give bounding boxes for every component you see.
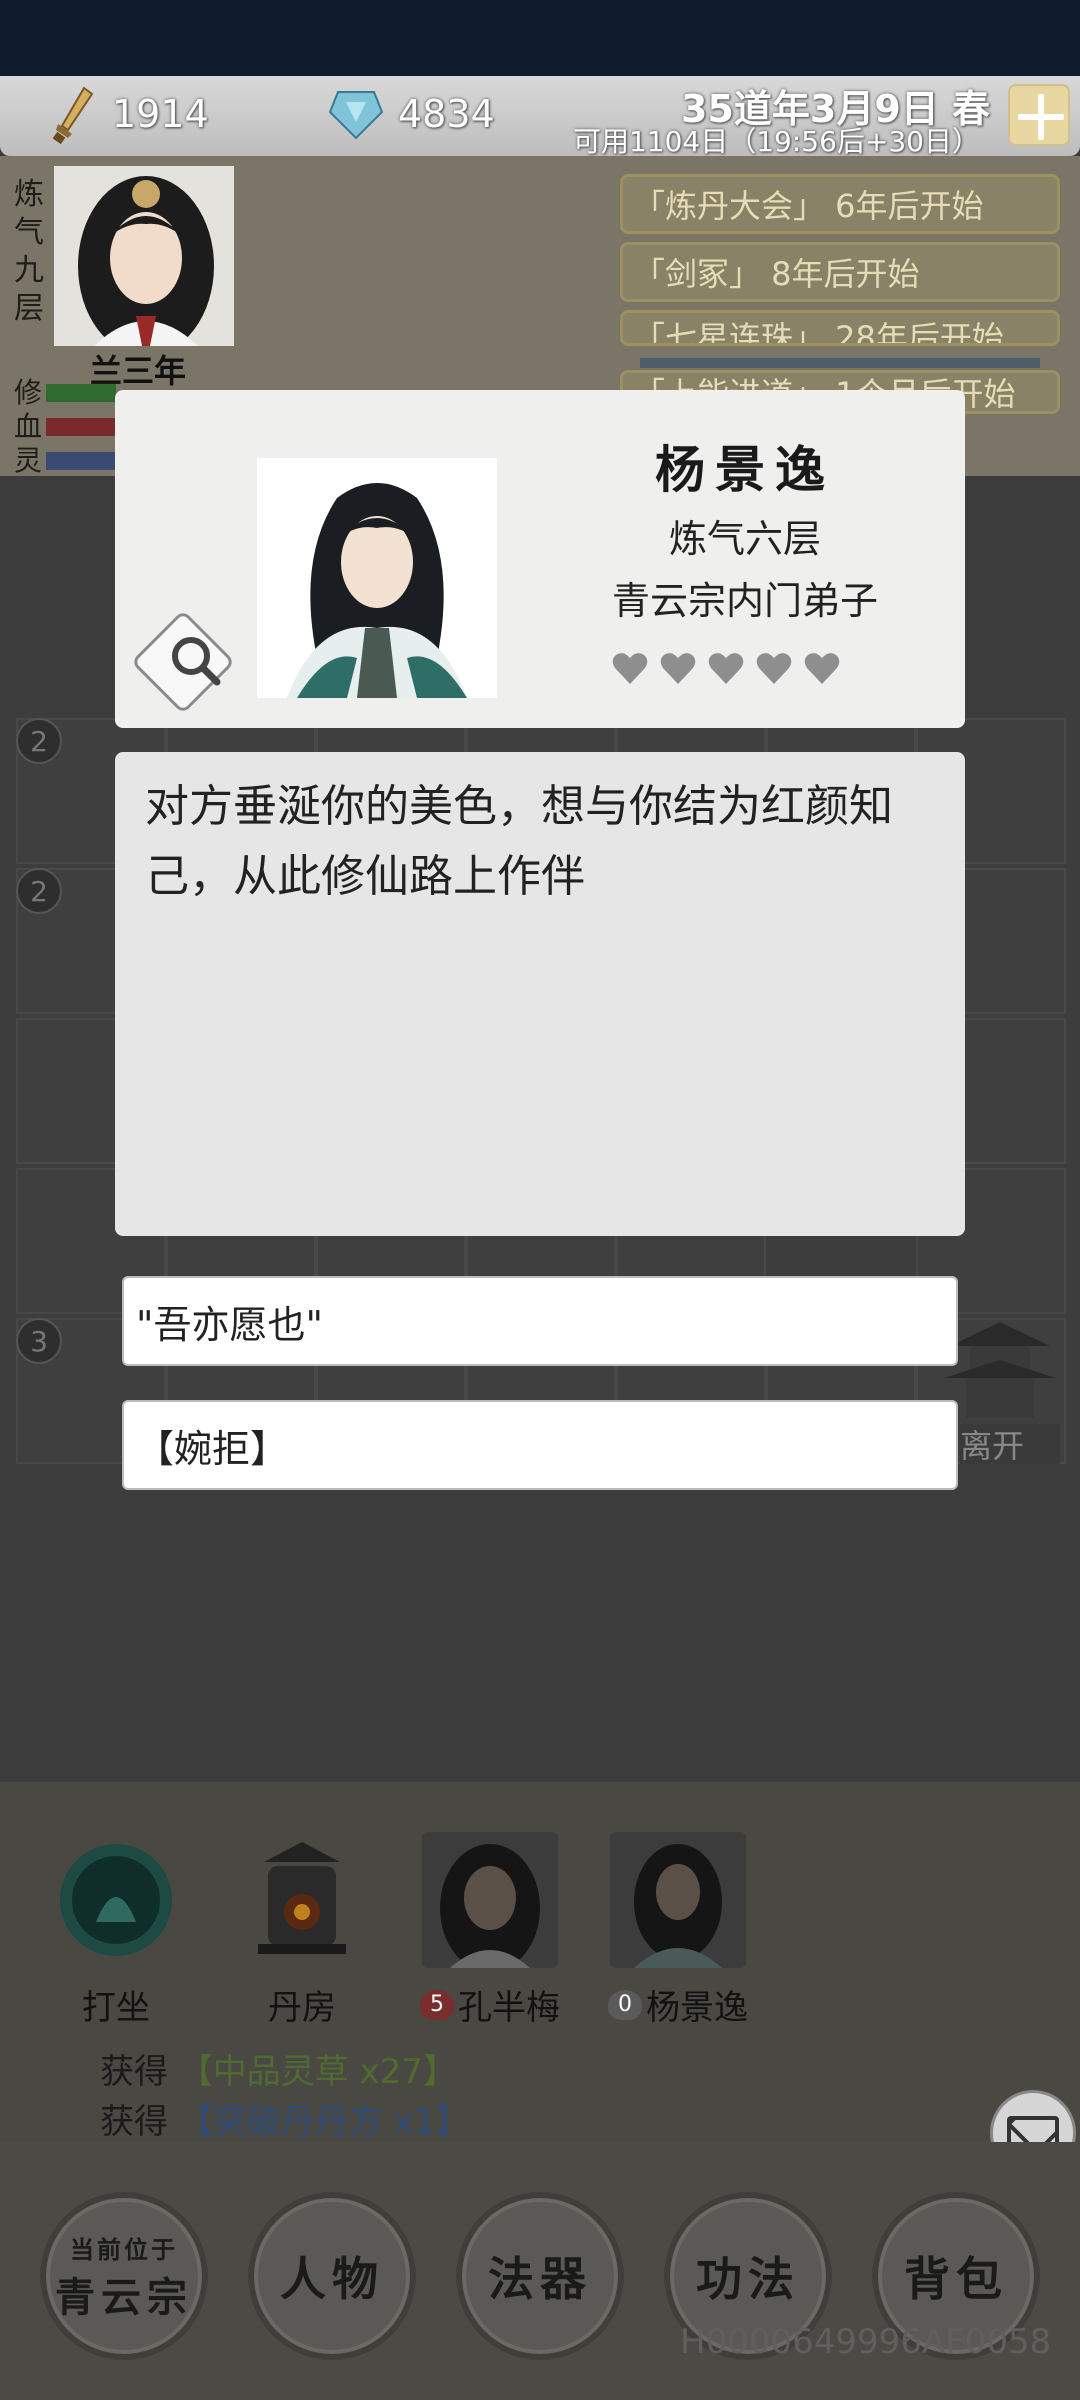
alchemy-room-label: 丹房 [268,1988,336,2028]
event-item[interactable]: 「七星连珠」 28年后开始 [620,310,1060,346]
npc-kong-banmei[interactable]: 5 孔半梅 [420,1832,560,2029]
affinity-hearts [610,648,842,688]
crystal-counter: 4834 [328,84,495,144]
event-scrollbar[interactable] [640,358,1040,368]
character-label: 人物 [280,2252,384,2306]
heart-icon [660,653,696,684]
row-number-badge: 3 [16,1318,62,1364]
log-item: 【中品灵草 x27】 [178,2052,458,2092]
npc-portrait [257,458,497,698]
sword-icon [52,86,94,144]
meditate-label: 打坐 [82,1988,150,2028]
heart-icon [756,653,792,684]
npc-name: 杨景逸 [655,440,835,499]
character-button[interactable]: 人物 [248,2192,416,2360]
spirit-label: 灵 [14,444,43,477]
location-name: 青云宗 [55,2273,193,2321]
npc-realm: 炼气六层 [668,517,821,561]
artifact-button[interactable]: 法器 [456,2192,624,2360]
bottom-panel: 打坐 丹房 5 孔半梅 0 杨景逸 获得 【中品灵草 x27】 获得 【突破丹丹… [0,1782,1080,2142]
log-entry: 获得 【突破丹丹方 x1】 [100,2102,470,2142]
npc-info-card: 杨景逸 炼气六层 青云宗内门弟子 [115,390,965,728]
meditate-action[interactable]: 打坐 [46,1832,186,2029]
bag-label: 背包 [904,2252,1008,2306]
heart-icon [612,653,648,684]
pagoda-icon [944,1322,1056,1418]
heart-icon [804,653,840,684]
player-avatar-image [54,166,234,346]
affinity-heart-badge: 0 [608,1989,642,2020]
resource-bar: 1914 4834 35道年3月9日 春 可用1104日（19:56后+30日） [0,76,1080,158]
heart-icon [708,653,744,684]
cultivation-label: 修 [14,376,43,409]
available-days: 可用1104日（19:56后+30日） [572,125,980,158]
alchemy-room-action[interactable]: 丹房 [232,1832,372,2029]
reject-choice-button[interactable]: 【婉拒】 [122,1400,958,1490]
affinity-heart-badge: 5 [420,1989,454,2020]
reject-choice-label: 【婉拒】 [136,1426,289,1471]
search-icon [172,637,221,686]
spirit-stone-count: 1914 [112,92,209,136]
technique-label: 功法 [696,2252,800,2306]
yang-jingyi-label: 杨景逸 [646,1988,748,2028]
spirit-bar [46,452,116,470]
artifact-label: 法器 [488,2252,592,2306]
npc-avatar-image [257,458,497,698]
stat-labels: 修 血 灵 [14,376,42,478]
status-bar [0,0,1080,76]
event-item[interactable]: 「剑冢」 8年后开始 [620,242,1060,302]
npc-yang-jingyi[interactable]: 0 杨景逸 [608,1832,748,2029]
kong-banmei-portrait [422,1832,558,1972]
spirit-stone-counter: 1914 [52,84,209,144]
crystal-icon [328,91,384,140]
health-label: 血 [14,410,43,443]
log-item: 【突破丹丹方 x1】 [178,2102,470,2142]
kong-banmei-label: 孔半梅 [458,1988,560,2028]
dialog-message-text: 对方垂涎你的美色，想与你结为红颜知己，从此修仙路上作伴 [145,781,893,902]
yang-jingyi-small-portrait [610,1832,746,1968]
device-id: H0000649996AF0058 [680,2322,1052,2362]
dialog-message-box: 对方垂涎你的美色，想与你结为红颜知己，从此修仙路上作伴 [115,752,965,1236]
crystal-count: 4834 [398,92,495,136]
location-button[interactable]: 当前位于 青云宗 [40,2192,208,2360]
cultivation-bar [46,384,116,402]
health-bar [46,418,116,436]
accept-choice-button[interactable]: "吾亦愿也" [122,1276,958,1366]
npc-sect: 青云宗内门弟子 [611,579,878,623]
furnace-icon [258,1842,346,1954]
event-item[interactable]: 「炼丹大会」 6年后开始 [620,174,1060,234]
location-caption: 当前位于 [70,2234,178,2264]
log-entry: 获得 【中品灵草 x27】 [100,2052,458,2092]
row-number-badge: 2 [16,718,62,764]
accept-choice-label: "吾亦愿也" [136,1302,323,1347]
player-realm: 炼气九层 [14,177,44,326]
meditate-icon [60,1844,172,1956]
row-number-badge: 2 [16,868,62,914]
player-portrait[interactable] [54,166,234,346]
leave-button[interactable]: 离开 [960,1424,1060,1465]
add-time-button[interactable] [1008,84,1070,146]
